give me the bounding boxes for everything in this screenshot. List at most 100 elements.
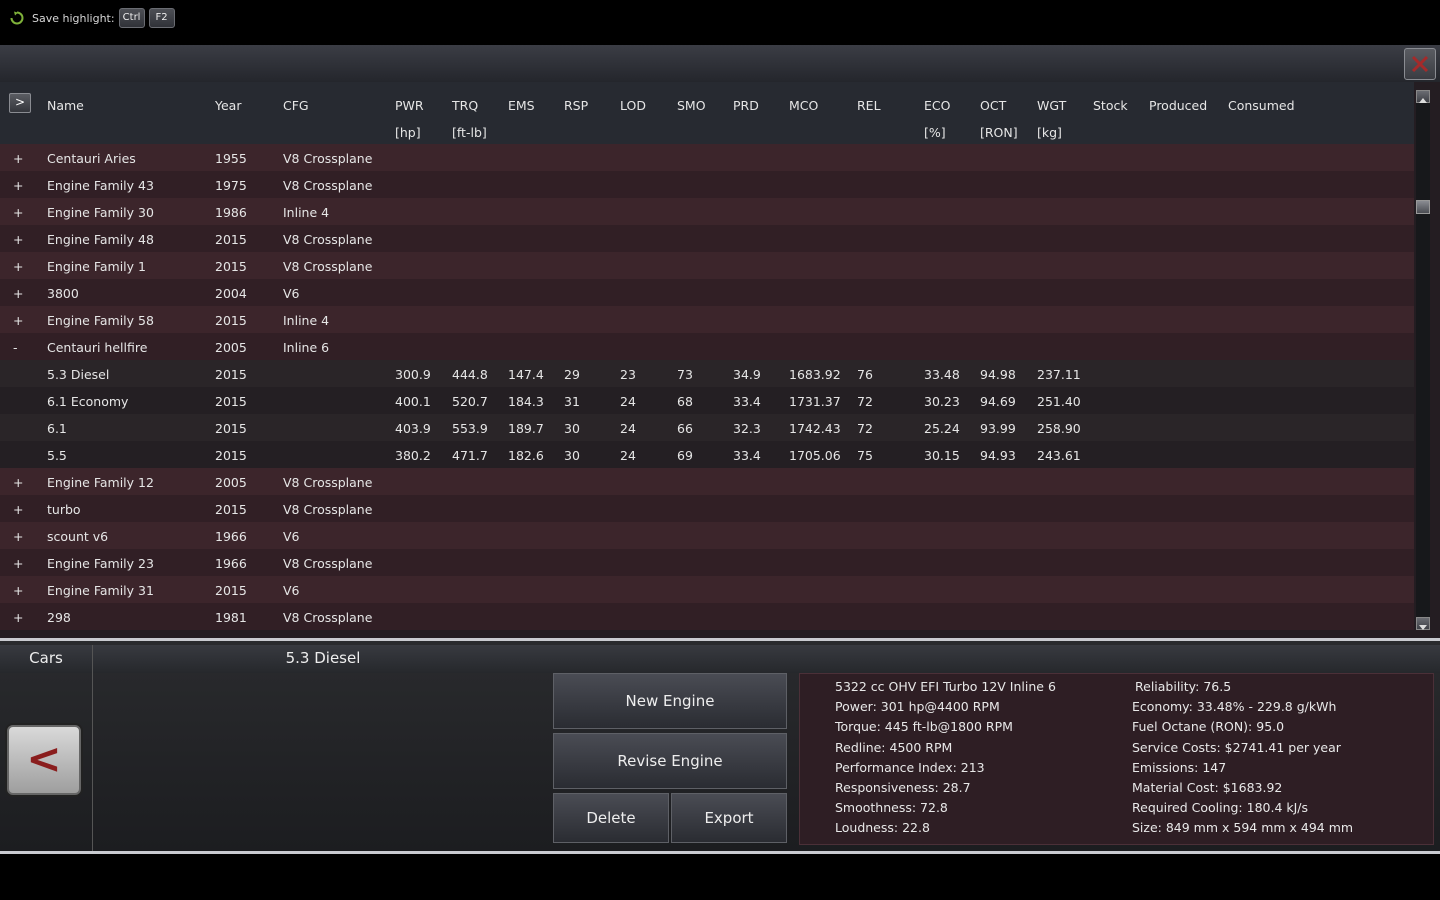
revise-engine-button[interactable]: Revise Engine xyxy=(553,733,787,789)
engine-variant-row[interactable]: 6.1 2015 403.9 553.9 189.7 30 24 66 32.3 1742.43 7… xyxy=(0,414,1414,441)
engine-family-row[interactable]: + Engine Family 23 1966 V8 Crossplane xyxy=(0,549,1414,576)
engine-variant-row[interactable]: 5.3 Diesel 2015 300.9 444.8 147.4 29 23 73 34.9 1… xyxy=(0,360,1414,387)
engine-family-row[interactable]: + Engine Family 12 2005 V8 Crossplane xyxy=(0,468,1414,495)
engine-family-row[interactable]: + turbo 2015 V8 Crossplane xyxy=(0,495,1414,522)
header-band xyxy=(0,45,1440,82)
row-value-pwr: 400.1 xyxy=(395,394,431,409)
expand-toggle[interactable]: + xyxy=(13,151,23,166)
row-name: 5.5 xyxy=(47,448,67,463)
engine-family-row[interactable]: + Engine Family 1 2015 V8 Crossplane xyxy=(0,252,1414,279)
row-value-pwr: 300.9 xyxy=(395,367,431,382)
column-header-year[interactable]: Year xyxy=(215,98,241,113)
expand-toggle[interactable]: + xyxy=(13,232,23,247)
column-header-pwr[interactable]: PWR xyxy=(395,98,424,113)
column-header-mco[interactable]: MCO xyxy=(789,98,818,113)
column-header-produced[interactable]: Produced xyxy=(1149,98,1207,113)
info-line: Torque: 445 ft-lb@1800 RPM xyxy=(835,719,1013,735)
info-line: Emissions: 147 xyxy=(1132,759,1227,775)
scroll-up-button[interactable] xyxy=(1416,90,1430,103)
row-value-prd: 33.4 xyxy=(733,394,761,409)
engine-family-row[interactable]: + Engine Family 58 2015 Inline 4 xyxy=(0,306,1414,333)
new-engine-button[interactable]: New Engine xyxy=(553,673,787,729)
column-header-rel[interactable]: REL xyxy=(857,98,881,113)
save-highlight: Save highlight: Ctrl F2 xyxy=(10,8,175,28)
column-unit: [hp] xyxy=(395,125,421,140)
engine-family-row[interactable]: + scount v6 1966 V6 xyxy=(0,522,1414,549)
table-body: + Centauri Aries 1955 V8 Crossplane + Engine … xyxy=(0,144,1414,630)
engine-family-row[interactable]: + Engine Family 31 2015 V6 xyxy=(0,576,1414,603)
row-name: 5.3 Diesel xyxy=(47,367,110,382)
row-value-trq: 444.8 xyxy=(452,367,488,382)
expand-toggle[interactable]: + xyxy=(13,259,23,274)
tab-cars[interactable]: Cars xyxy=(0,645,93,673)
close-button[interactable] xyxy=(1404,48,1436,80)
row-name: Engine Family 31 xyxy=(47,583,154,598)
expand-toggle[interactable]: + xyxy=(13,610,23,625)
expand-toggle[interactable]: + xyxy=(13,205,23,220)
row-cfg: V6 xyxy=(283,583,300,598)
row-year: 2015 xyxy=(215,313,247,328)
row-value-oct: 94.93 xyxy=(980,448,1016,463)
column-header-lod[interactable]: LOD xyxy=(620,98,646,113)
column-unit: [kg] xyxy=(1037,125,1062,140)
row-value-eco: 25.24 xyxy=(924,421,960,436)
column-header-wgt[interactable]: WGT xyxy=(1037,98,1066,113)
separator-bottom xyxy=(0,851,1440,854)
column-header-consumed[interactable]: Consumed xyxy=(1228,98,1295,113)
engine-family-row[interactable]: + Engine Family 43 1975 V8 Crossplane xyxy=(0,171,1414,198)
engine-family-row[interactable]: + Engine Family 48 2015 V8 Crossplane xyxy=(0,225,1414,252)
row-name: Engine Family 1 xyxy=(47,259,146,274)
engine-family-row[interactable]: - Centauri hellfire 2005 Inline 6 xyxy=(0,333,1414,360)
column-unit: [RON] xyxy=(980,125,1018,140)
row-year: 1986 xyxy=(215,205,247,220)
engine-family-row[interactable]: + Centauri Aries 1955 V8 Crossplane xyxy=(0,144,1414,171)
expand-toggle[interactable]: + xyxy=(13,502,23,517)
expand-all-button[interactable]: > xyxy=(9,93,31,113)
column-header-oct[interactable]: OCT xyxy=(980,98,1006,113)
column-header-ems[interactable]: EMS xyxy=(508,98,535,113)
column-header-name[interactable]: Name xyxy=(47,98,84,113)
delete-button[interactable]: Delete xyxy=(553,793,669,843)
row-value-lod: 23 xyxy=(620,367,636,382)
column-header-eco[interactable]: ECO xyxy=(924,98,950,113)
expand-toggle[interactable]: + xyxy=(13,313,23,328)
scroll-down-button[interactable] xyxy=(1416,617,1430,630)
expand-toggle[interactable]: + xyxy=(13,475,23,490)
row-year: 2015 xyxy=(215,421,247,436)
row-cfg: V8 Crossplane xyxy=(283,151,373,166)
row-value-eco: 33.48 xyxy=(924,367,960,382)
engine-variant-row[interactable]: 6.1 Economy 2015 400.1 520.7 184.3 31 24 68 33.4… xyxy=(0,387,1414,414)
row-name: 6.1 Economy xyxy=(47,394,129,409)
row-value-wgt: 237.11 xyxy=(1037,367,1081,382)
back-button[interactable]: < xyxy=(7,725,81,795)
expand-toggle[interactable]: + xyxy=(13,178,23,193)
row-name: turbo xyxy=(47,502,81,517)
column-header-smo[interactable]: SMO xyxy=(677,98,706,113)
scroll-thumb[interactable] xyxy=(1416,200,1430,214)
table-scrollbar[interactable] xyxy=(1416,90,1430,630)
engine-family-row[interactable]: +3800 2004 V6 xyxy=(0,279,1414,306)
column-header-cfg[interactable]: CFG xyxy=(283,98,309,113)
info-line: Performance Index: 213 xyxy=(835,759,985,775)
row-value-ems: 147.4 xyxy=(508,367,544,382)
expand-toggle[interactable]: + xyxy=(13,583,23,598)
row-year: 2005 xyxy=(215,475,247,490)
engine-family-row[interactable]: + Engine Family 30 1986 Inline 4 xyxy=(0,198,1414,225)
row-name: Centauri Aries xyxy=(47,151,136,166)
column-header-rsp[interactable]: RSP xyxy=(564,98,588,113)
expand-toggle[interactable]: + xyxy=(13,286,23,301)
row-year: 2015 xyxy=(215,259,247,274)
expand-toggle[interactable]: + xyxy=(13,556,23,571)
row-cfg: V8 Crossplane xyxy=(283,232,373,247)
row-year: 2004 xyxy=(215,286,247,301)
engine-family-row[interactable]: +298 1981 V8 Crossplane xyxy=(0,603,1414,630)
row-value-lod: 24 xyxy=(620,394,636,409)
export-button[interactable]: Export xyxy=(671,793,787,843)
column-header-prd[interactable]: PRD xyxy=(733,98,759,113)
column-header-trq[interactable]: TRQ xyxy=(452,98,478,113)
collapse-toggle[interactable]: - xyxy=(13,340,18,355)
column-header-stock[interactable]: Stock xyxy=(1093,98,1128,113)
expand-toggle[interactable]: + xyxy=(13,529,23,544)
engine-variant-row[interactable]: 5.5 2015 380.2 471.7 182.6 30 24 69 33.4 1705.06 7… xyxy=(0,441,1414,468)
row-year: 2015 xyxy=(215,367,247,382)
